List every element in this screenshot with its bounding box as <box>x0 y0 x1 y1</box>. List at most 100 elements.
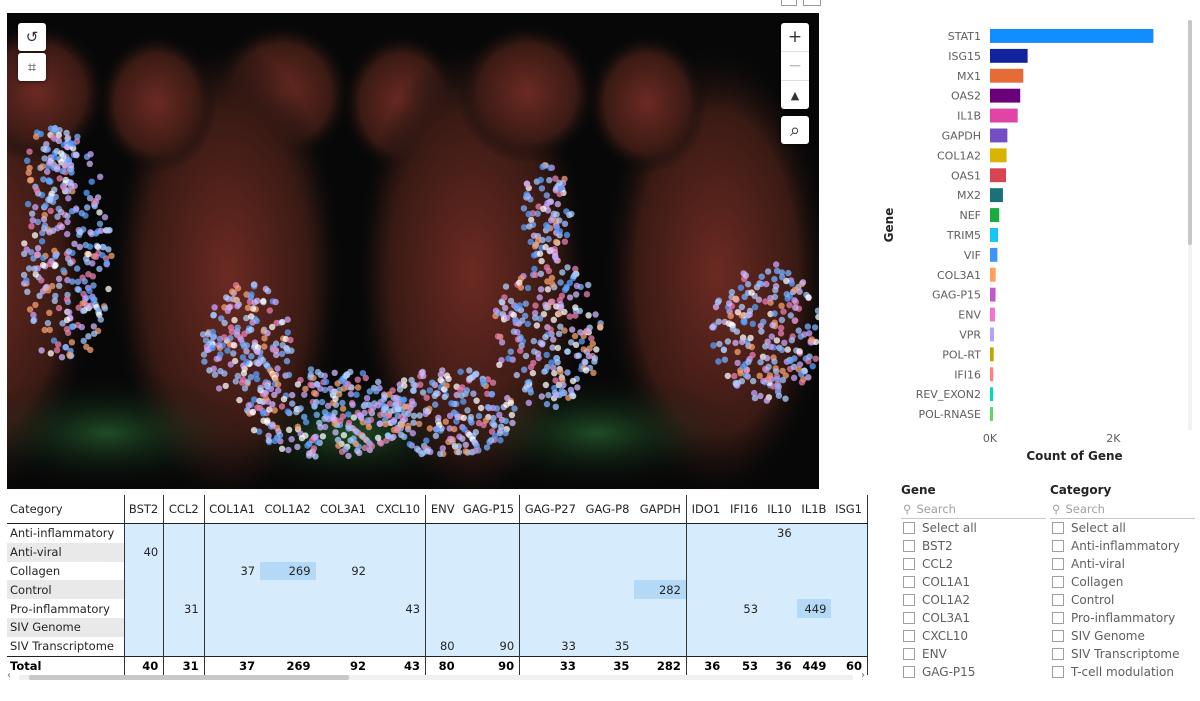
checkbox[interactable] <box>1052 594 1064 606</box>
table-cell[interactable] <box>580 561 635 581</box>
table-cell[interactable] <box>725 636 764 657</box>
scroll-left-icon[interactable]: ‹ <box>7 670 11 681</box>
table-cell[interactable] <box>204 580 261 600</box>
table-cell[interactable] <box>686 523 726 543</box>
column-header[interactable]: IL1B <box>796 495 832 524</box>
table-cell[interactable] <box>634 542 687 562</box>
bar[interactable] <box>990 387 994 402</box>
table-cell[interactable] <box>204 599 261 618</box>
bar[interactable] <box>990 347 994 362</box>
table-cell[interactable]: 92 <box>315 561 371 581</box>
table-cell[interactable] <box>425 523 460 543</box>
row-label[interactable]: Anti-inflammatory <box>7 523 125 543</box>
slicer-option[interactable]: CXCL10 <box>901 627 1046 645</box>
table-cell[interactable] <box>204 542 261 562</box>
table-cell[interactable] <box>519 599 581 618</box>
table-row[interactable]: Collagen 37 269 92 <box>7 561 868 581</box>
checkbox[interactable] <box>1052 558 1064 570</box>
table-cell[interactable] <box>204 636 261 657</box>
checkbox[interactable] <box>903 540 915 552</box>
zoom-in-button[interactable]: + <box>781 23 809 51</box>
table-cell[interactable] <box>763 580 797 600</box>
table-cell[interactable] <box>831 561 868 581</box>
table-cell[interactable] <box>204 617 261 637</box>
reset-view-button[interactable]: ↺ <box>18 23 46 51</box>
table-cell[interactable] <box>831 542 868 562</box>
checkbox[interactable] <box>903 612 915 624</box>
table-cell[interactable]: 449 <box>796 599 832 618</box>
slicer-option[interactable]: Pro-inflammatory <box>1050 609 1195 627</box>
table-cell[interactable] <box>796 636 832 657</box>
table-cell[interactable] <box>796 561 832 581</box>
row-label[interactable]: Collagen <box>7 561 125 581</box>
table-cell[interactable] <box>686 580 726 600</box>
table-cell[interactable] <box>831 636 868 657</box>
table-cell[interactable] <box>725 617 764 637</box>
table-cell[interactable] <box>163 617 205 637</box>
table-cell[interactable] <box>163 580 205 600</box>
checkbox[interactable] <box>903 594 915 606</box>
table-cell[interactable] <box>686 542 726 562</box>
bar[interactable] <box>990 29 1154 43</box>
bar[interactable] <box>990 307 995 322</box>
table-cell[interactable] <box>459 580 521 600</box>
table-cell[interactable]: 36 <box>763 523 797 543</box>
table-cell[interactable] <box>459 542 521 562</box>
table-cell[interactable] <box>519 617 581 637</box>
table-cell[interactable] <box>124 561 165 581</box>
table-cell[interactable] <box>725 542 764 562</box>
table-cell[interactable] <box>315 523 371 543</box>
table-cell[interactable] <box>831 599 868 618</box>
table-cell[interactable] <box>370 617 427 637</box>
bar[interactable] <box>990 88 1021 103</box>
table-cell[interactable] <box>315 542 371 562</box>
checkbox[interactable] <box>903 630 915 642</box>
table-cell[interactable] <box>580 523 635 543</box>
checkbox[interactable] <box>1052 576 1064 588</box>
scrollbar-thumb[interactable] <box>1188 20 1192 245</box>
table-cell[interactable] <box>260 599 316 618</box>
row-label[interactable]: SIV Genome <box>7 617 125 637</box>
checkbox[interactable] <box>903 648 915 660</box>
table-cell[interactable] <box>124 580 165 600</box>
column-header[interactable]: IFI16 <box>725 495 764 524</box>
slicer-option[interactable]: CCL2 <box>901 555 1046 573</box>
checkbox[interactable] <box>1052 612 1064 624</box>
column-header[interactable]: GAG-P15 <box>459 495 521 524</box>
row-label[interactable]: Control <box>7 580 125 600</box>
slicer-option[interactable]: Anti-viral <box>1050 555 1195 573</box>
table-cell[interactable] <box>763 542 797 562</box>
column-header[interactable]: IDO1 <box>686 495 726 524</box>
column-header[interactable]: BST2 <box>124 495 165 524</box>
table-cell[interactable] <box>204 523 261 543</box>
table-cell[interactable]: 43 <box>370 599 427 618</box>
table-cell[interactable] <box>796 617 832 637</box>
bar[interactable] <box>990 327 995 342</box>
header-category[interactable]: Category <box>7 495 125 524</box>
table-cell[interactable] <box>831 523 868 543</box>
table-cell[interactable] <box>315 636 371 657</box>
table-cell[interactable] <box>124 636 165 657</box>
table-cell[interactable] <box>634 561 687 581</box>
checkbox[interactable] <box>1052 666 1064 678</box>
table-cell[interactable] <box>425 542 460 562</box>
table-cell[interactable] <box>796 542 832 562</box>
checkbox[interactable] <box>1052 648 1064 660</box>
zoom-out-button[interactable]: − <box>781 51 809 80</box>
bar[interactable] <box>990 48 1028 63</box>
row-label[interactable]: SIV Transcriptome <box>7 636 125 657</box>
table-cell[interactable]: 269 <box>260 561 316 581</box>
table-cell[interactable] <box>725 561 764 581</box>
table-cell[interactable] <box>260 636 316 657</box>
column-header[interactable]: GAPDH <box>634 495 687 524</box>
column-header[interactable]: ISG1 <box>831 495 868 524</box>
bar[interactable] <box>990 367 994 382</box>
table-cell[interactable] <box>459 599 521 618</box>
focus-mode-icon[interactable] <box>781 0 797 6</box>
table-cell[interactable] <box>580 542 635 562</box>
column-header[interactable]: COL1A2 <box>260 495 316 524</box>
table-cell[interactable] <box>763 617 797 637</box>
bar[interactable] <box>990 267 996 282</box>
table-cell[interactable] <box>725 523 764 543</box>
table-cell[interactable] <box>725 580 764 600</box>
